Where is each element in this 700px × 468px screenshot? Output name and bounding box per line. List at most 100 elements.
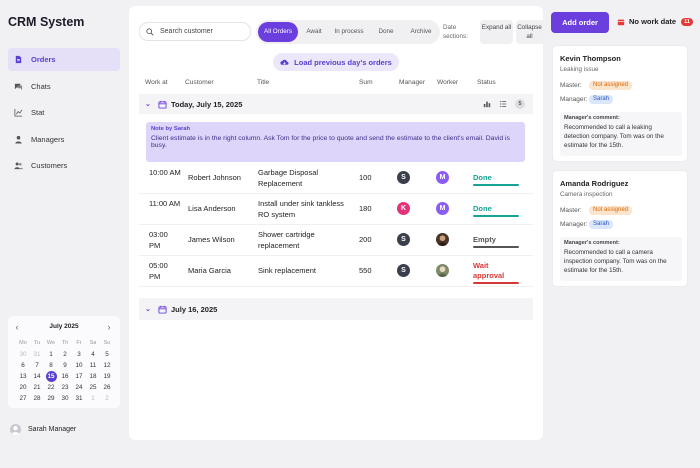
calendar-day[interactable]: 4 [86,349,100,360]
day-section-header[interactable]: ⌄ July 16, 2025 [139,298,533,320]
calendar-day[interactable]: 13 [16,371,30,382]
calendar-day[interactable]: 2 [100,393,114,404]
estimate-card[interactable]: Kevin Thompson Leaking issue Master: Not… [552,45,688,162]
calendar-day[interactable]: 29 [44,393,58,404]
manager-comment: Manager's comment: Recommended to call a… [560,112,682,156]
table-row[interactable]: 10:00 AM Robert Johnson Garbage Disposal… [139,163,533,194]
calendar-day[interactable]: 6 [16,360,30,371]
day-note[interactable]: Note by Sarah Client estimate is in the … [146,122,525,162]
manager-avatar[interactable]: S [397,233,410,246]
add-order-button[interactable]: Add order [551,12,609,33]
order-title: Install under sink tankless RO system [258,199,344,219]
calendar-day[interactable]: 21 [30,382,44,393]
note-title: Note by Sarah [151,126,190,132]
sidebar-item-customers[interactable]: Customers [8,154,120,177]
calendar-day[interactable]: 1 [86,393,100,404]
card-manager-value[interactable]: Sarah [589,220,614,229]
filter-all-orders[interactable]: All Orders [258,22,298,42]
calendar-day[interactable]: 25 [86,382,100,393]
status-badge[interactable]: Wait approval [473,261,521,281]
card-customer-name: Amanda Rodriguez [560,179,629,188]
calendar-day[interactable]: 5 [100,349,114,360]
calendar-day[interactable]: 26 [100,382,114,393]
calendar-day[interactable]: 27 [16,393,30,404]
calendar-day[interactable]: 31 [72,393,86,404]
sidebar-item-orders[interactable]: Orders [8,48,120,71]
calendar-day[interactable]: 9 [58,360,72,371]
card-master-value[interactable]: Not assigned [589,81,633,90]
table-row[interactable]: 03:00 PM James Wilson Shower cartridge r… [139,225,533,256]
manager-avatar[interactable]: S [397,171,410,184]
calendar-day[interactable]: 28 [30,393,44,404]
card-customer-name: Kevin Thompson [560,54,621,63]
calendar-day[interactable]: 19 [100,371,114,382]
calendar-day[interactable]: 7 [30,360,44,371]
manager-initial: K [400,205,407,212]
chevron-down-icon[interactable]: ⌄ [145,100,153,108]
person-icon [14,135,23,144]
table-row[interactable]: 05:00 PM Maria Garcia Sink replacement 5… [139,256,533,287]
calendar-day[interactable]: 1 [44,349,58,360]
collapse-all-button[interactable]: Collapse all [516,20,543,44]
filter-await[interactable]: Await [300,22,328,42]
calendar-day[interactable]: 3 [72,349,86,360]
card-master-value[interactable]: Not assigned [589,206,633,215]
calendar-weekday: Su [103,340,111,346]
card-master-label: Master: [560,207,582,214]
filter-archive[interactable]: Archive [404,22,438,42]
worker-photo-avatar[interactable] [436,233,449,246]
user-name: Sarah Manager [28,426,77,433]
sidebar-item-stat[interactable]: Stat [8,101,120,124]
calendar-day[interactable]: 10 [72,360,86,371]
calendar-day[interactable]: 17 [72,371,86,382]
status-badge[interactable]: Done [473,173,492,183]
calendar-day[interactable]: 2 [58,349,72,360]
calendar-day[interactable]: 30 [58,393,72,404]
load-previous-button[interactable]: Load previous day's orders [273,53,399,71]
calendar-weekday: Tu [33,340,41,346]
card-manager-value[interactable]: Sarah [589,95,614,104]
calendar-day[interactable]: 30 [16,349,30,360]
sidebar-item-chats[interactable]: Chats [8,75,120,98]
manager-avatar[interactable]: K [397,202,410,215]
status-bar [473,246,519,248]
expand-all-button[interactable]: Expand all [480,20,513,44]
sidebar-item-managers[interactable]: Managers [8,128,120,151]
calendar-weekday: Sa [89,340,97,346]
calendar-day[interactable]: 15 [45,371,57,382]
filter-done[interactable]: Done [370,22,402,42]
estimate-card[interactable]: Amanda Rodriguez Camera inspection Maste… [552,170,688,287]
calendar-day[interactable]: 12 [100,360,114,371]
table-header: Work at Customer Title Sum Manager Worke… [139,79,533,91]
worker-avatar[interactable]: M [436,171,449,184]
calendar-day[interactable]: 22 [44,382,58,393]
calendar-day[interactable]: 14 [30,371,44,382]
status-bar [473,215,519,217]
calendar-day[interactable]: 18 [86,371,100,382]
worker-avatar[interactable]: M [436,202,449,215]
current-user[interactable]: Sarah Manager [10,424,76,435]
calendar-day[interactable]: 11 [86,360,100,371]
no-work-date-button[interactable]: No work date 11 [617,17,693,26]
bar-chart-icon[interactable] [483,100,491,108]
calendar-day[interactable]: 31 [30,349,44,360]
calendar-day[interactable]: 20 [16,382,30,393]
table-row[interactable]: 11:00 AM Lisa Anderson Install under sin… [139,194,533,225]
calendar-day[interactable]: 8 [44,360,58,371]
mini-calendar: ‹ July 2025 › Mo Tu We Th Fr Sa Su 30 31 1 2 3 4 5 6 7 8… [8,316,120,408]
checklist-icon[interactable] [499,100,507,108]
calendar-day[interactable]: 16 [58,371,72,382]
status-badge[interactable]: Done [473,204,492,214]
status-badge[interactable]: Empty [473,235,496,245]
day-section-header[interactable]: ⌄ Today, July 15, 2025 5 [139,94,533,114]
order-time: 03:00 PM [149,230,168,250]
chevron-right-icon[interactable]: › [104,322,114,332]
filter-in-process[interactable]: In process [332,22,366,42]
order-title: Garbage Disposal Replacement [258,168,319,188]
worker-photo-avatar[interactable] [436,264,449,277]
chevron-down-icon[interactable]: ⌄ [145,305,153,313]
calendar-day[interactable]: 24 [72,382,86,393]
calendar-day[interactable]: 23 [58,382,72,393]
manager-avatar[interactable]: S [397,264,410,277]
search-input[interactable]: Search customer [139,22,251,41]
